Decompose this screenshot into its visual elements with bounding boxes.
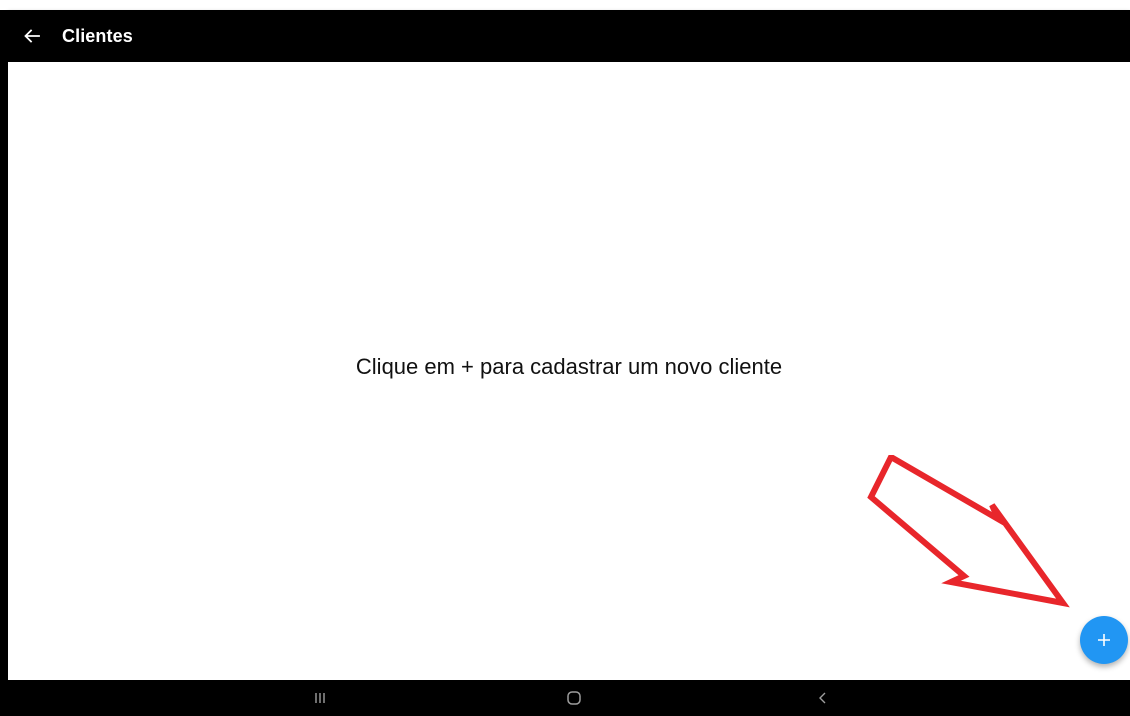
frame-top-edge bbox=[0, 0, 1130, 10]
recents-icon bbox=[315, 693, 325, 703]
app-bar: Clientes bbox=[8, 10, 1130, 62]
recents-button[interactable] bbox=[290, 680, 350, 716]
chevron-left-icon bbox=[819, 692, 826, 704]
arrow-left-icon bbox=[24, 29, 40, 43]
app-screen: Clientes Clique em + para cadastrar um n… bbox=[8, 10, 1130, 716]
device-frame: Clientes Clique em + para cadastrar um n… bbox=[0, 0, 1130, 716]
red-arrow-annotation-icon bbox=[867, 455, 1070, 608]
plus-icon bbox=[1098, 634, 1110, 646]
system-navigation-bar bbox=[8, 680, 1130, 716]
page-title: Clientes bbox=[62, 25, 133, 46]
home-button[interactable] bbox=[544, 680, 604, 716]
system-back-button[interactable] bbox=[793, 680, 853, 716]
add-client-button[interactable] bbox=[1080, 616, 1128, 664]
empty-state-message: Clique em + para cadastrar um novo clien… bbox=[355, 354, 783, 379]
frame-left-edge bbox=[0, 10, 8, 716]
back-button[interactable] bbox=[8, 10, 56, 62]
home-icon bbox=[567, 691, 581, 705]
